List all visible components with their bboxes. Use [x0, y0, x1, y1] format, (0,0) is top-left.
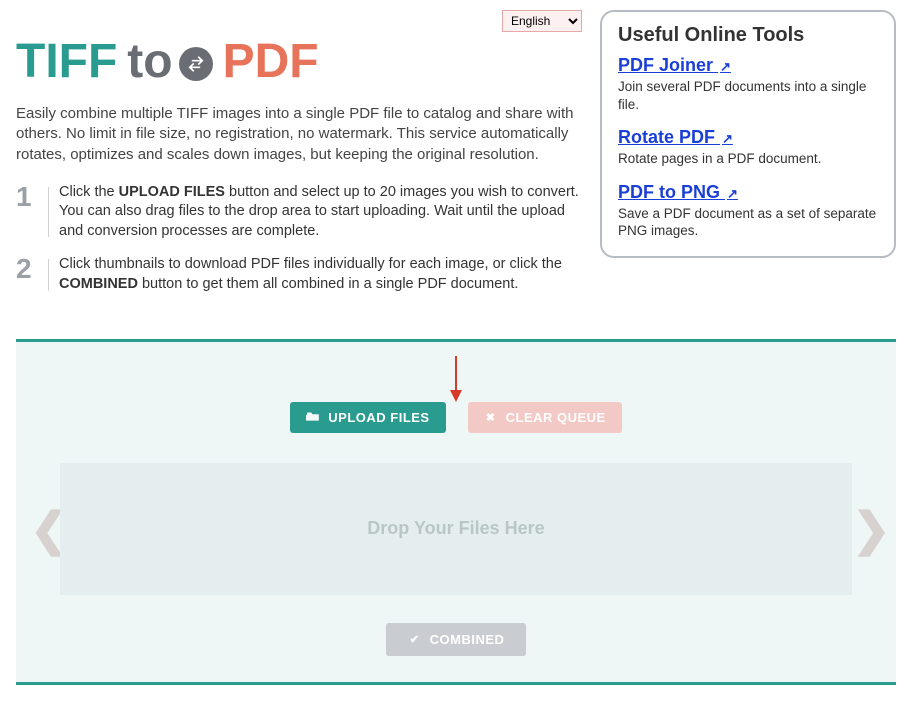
site-logo: TIFF to PDF [16, 38, 582, 86]
combined-download-button[interactable]: ✔ COMBINED [386, 623, 527, 656]
external-link-icon: ↗ [727, 186, 738, 201]
useful-tools-sidebar: Useful Online Tools PDF Joiner ↗ Join se… [600, 10, 896, 258]
tool-pdf-joiner: PDF Joiner ↗ Join several PDF documents … [618, 55, 878, 113]
step-2-text: Click thumbnails to download PDF files i… [59, 255, 582, 294]
check-icon: ✔ [408, 633, 422, 646]
file-dropzone[interactable]: Drop Your Files Here [60, 463, 852, 595]
logo-word-pdf: PDF [223, 38, 319, 86]
step-1: 1 Click the UPLOAD FILES button and sele… [16, 183, 582, 242]
step-1-text: Click the UPLOAD FILES button and select… [59, 183, 582, 242]
instruction-steps: 1 Click the UPLOAD FILES button and sele… [16, 183, 582, 295]
step-2: 2 Click thumbnails to download PDF files… [16, 255, 582, 294]
close-icon: ✖ [484, 411, 498, 424]
swap-icon [179, 47, 213, 81]
upload-workarea: UPLOAD FILES ✖ CLEAR QUEUE ❮ Drop Your F… [16, 339, 896, 685]
folder-icon [306, 410, 320, 425]
pointer-arrow-icon [446, 354, 466, 402]
logo-word-to: to [127, 38, 212, 86]
external-link-icon: ↗ [720, 59, 731, 74]
logo-word-tiff: TIFF [16, 38, 117, 86]
upload-files-button[interactable]: UPLOAD FILES [290, 402, 445, 433]
clear-queue-button[interactable]: ✖ CLEAR QUEUE [468, 402, 622, 433]
carousel-next-button[interactable]: ❯ [852, 506, 882, 552]
language-select[interactable]: English [502, 10, 582, 32]
tool-link-rotate-pdf[interactable]: Rotate PDF ↗ [618, 127, 733, 147]
sidebar-title: Useful Online Tools [618, 24, 878, 47]
tool-rotate-pdf: Rotate PDF ↗ Rotate pages in a PDF docum… [618, 127, 878, 168]
tool-link-pdf-joiner[interactable]: PDF Joiner ↗ [618, 55, 731, 75]
tool-pdf-to-png: PDF to PNG ↗ Save a PDF document as a se… [618, 182, 878, 240]
external-link-icon: ↗ [722, 131, 733, 146]
carousel-prev-button[interactable]: ❮ [30, 506, 60, 552]
tool-link-pdf-to-png[interactable]: PDF to PNG ↗ [618, 182, 738, 202]
intro-text: Easily combine multiple TIFF images into… [16, 104, 582, 165]
dropzone-placeholder: Drop Your Files Here [367, 518, 544, 539]
